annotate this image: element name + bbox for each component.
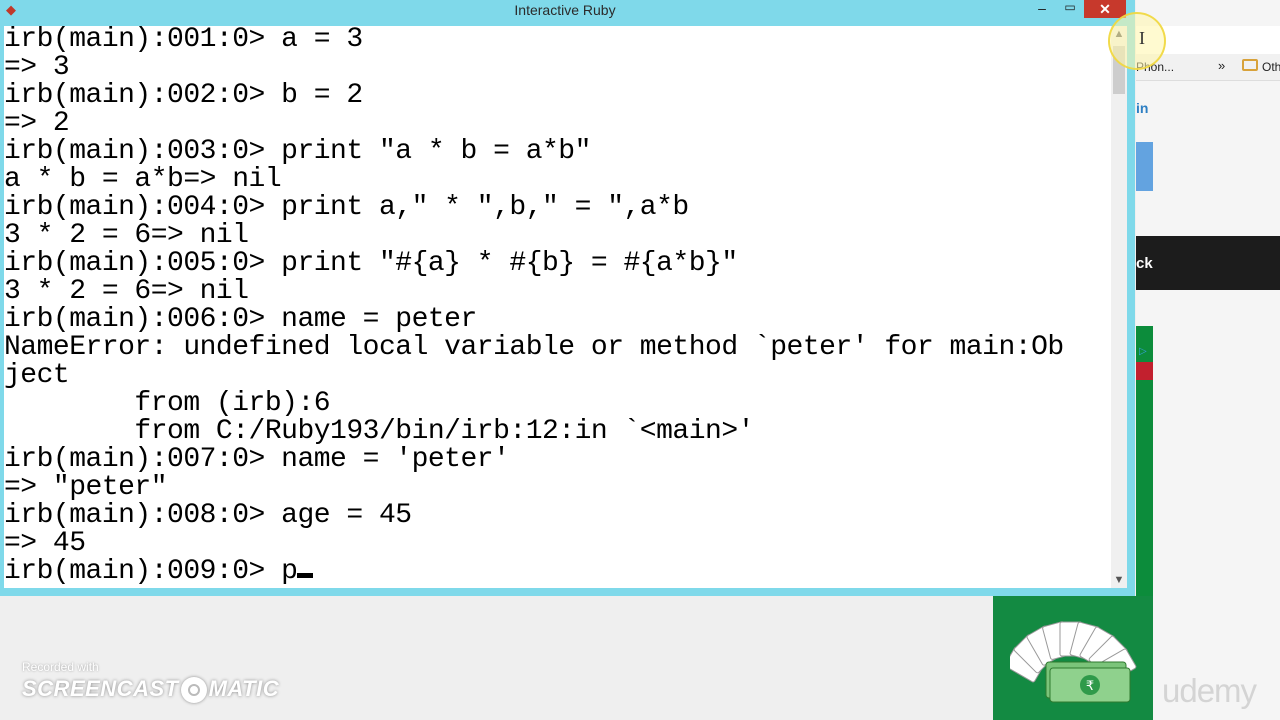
console-output[interactable]: irb(main):001:0> a = 3 => 3 irb(main):00… [4,26,1111,588]
dark-banner [1136,236,1280,290]
console-line: 3 * 2 = 6=> nil [4,276,249,307]
console-line: irb(main):005:0> print "#{a} * #{b} = #{… [4,248,738,279]
console-line: NameError: undefined local variable or m… [4,332,1064,363]
scroll-down-icon[interactable]: ▼ [1111,574,1127,586]
console-line: irb(main):003:0> print "a * b = a*b" [4,136,591,167]
console-line: => 45 [4,528,86,559]
minimize-button[interactable]: – [1034,0,1050,16]
ad-info-icon[interactable]: ▷ [1139,346,1147,357]
close-button[interactable]: ✕ [1084,0,1126,18]
page-button-fragment[interactable] [1136,142,1153,191]
title-bar[interactable]: ◆ Interactive Ruby – ▭ ✕ [0,0,1135,26]
console-line: => 2 [4,108,70,139]
page-link-fragment[interactable]: in [1136,100,1148,116]
console-line: => 3 [4,52,70,83]
logo-text-right: MATIC [208,676,280,701]
recorded-with-label: Recorded with [22,660,99,674]
folder-icon [1242,59,1258,71]
console-line: irb(main):007:0> name = 'peter' [4,444,510,475]
bookmarks-overflow-icon[interactable]: » [1218,58,1225,73]
console-line: irb(main):001:0> a = 3 [4,26,363,55]
screencast-o-matic-logo: SCREENCAST MATIC [22,676,280,704]
console-line: irb(main):006:0> name = peter [4,304,477,335]
udemy-watermark: udemy [1162,672,1257,709]
playing-cards-icon: ₹ [1010,621,1137,703]
console-input-line[interactable]: irb(main):009:0> p [4,558,1111,586]
bookmark-folder[interactable]: Oth [1262,60,1280,74]
console-line: irb(main):002:0> b = 2 [4,80,363,111]
background-browser [1136,0,1280,720]
console-line: a * b = a*b=> nil [4,164,282,195]
logo-text-left: SCREENCAST [22,676,179,701]
record-icon [180,677,207,704]
console-line: 3 * 2 = 6=> nil [4,220,249,251]
svg-text:₹: ₹ [1086,679,1094,694]
console-line: ject [4,360,70,391]
console-line: from (irb):6 [4,388,331,419]
console-line: irb(main):008:0> age = 45 [4,500,412,531]
cursor-highlight [1108,12,1166,70]
dark-banner-text: ck [1136,255,1153,272]
irb-window: ◆ Interactive Ruby – ▭ ✕ irb(main):001:0… [0,0,1135,596]
vertical-scrollbar[interactable]: ▲ ▼ [1111,26,1127,588]
ad-red-strip [1136,362,1153,380]
ibeam-cursor-icon: I [1139,28,1145,48]
console-line: from C:/Ruby193/bin/irb:12:in `<main>' [4,416,754,447]
text-cursor [297,573,314,578]
maximize-button[interactable]: ▭ [1062,0,1078,14]
console-line: irb(main):004:0> print a," * ",b," = ",a… [4,192,689,223]
console-input-text[interactable]: irb(main):009:0> p [4,556,298,587]
window-title: Interactive Ruby [514,2,616,18]
console-line: => "peter" [4,472,168,503]
